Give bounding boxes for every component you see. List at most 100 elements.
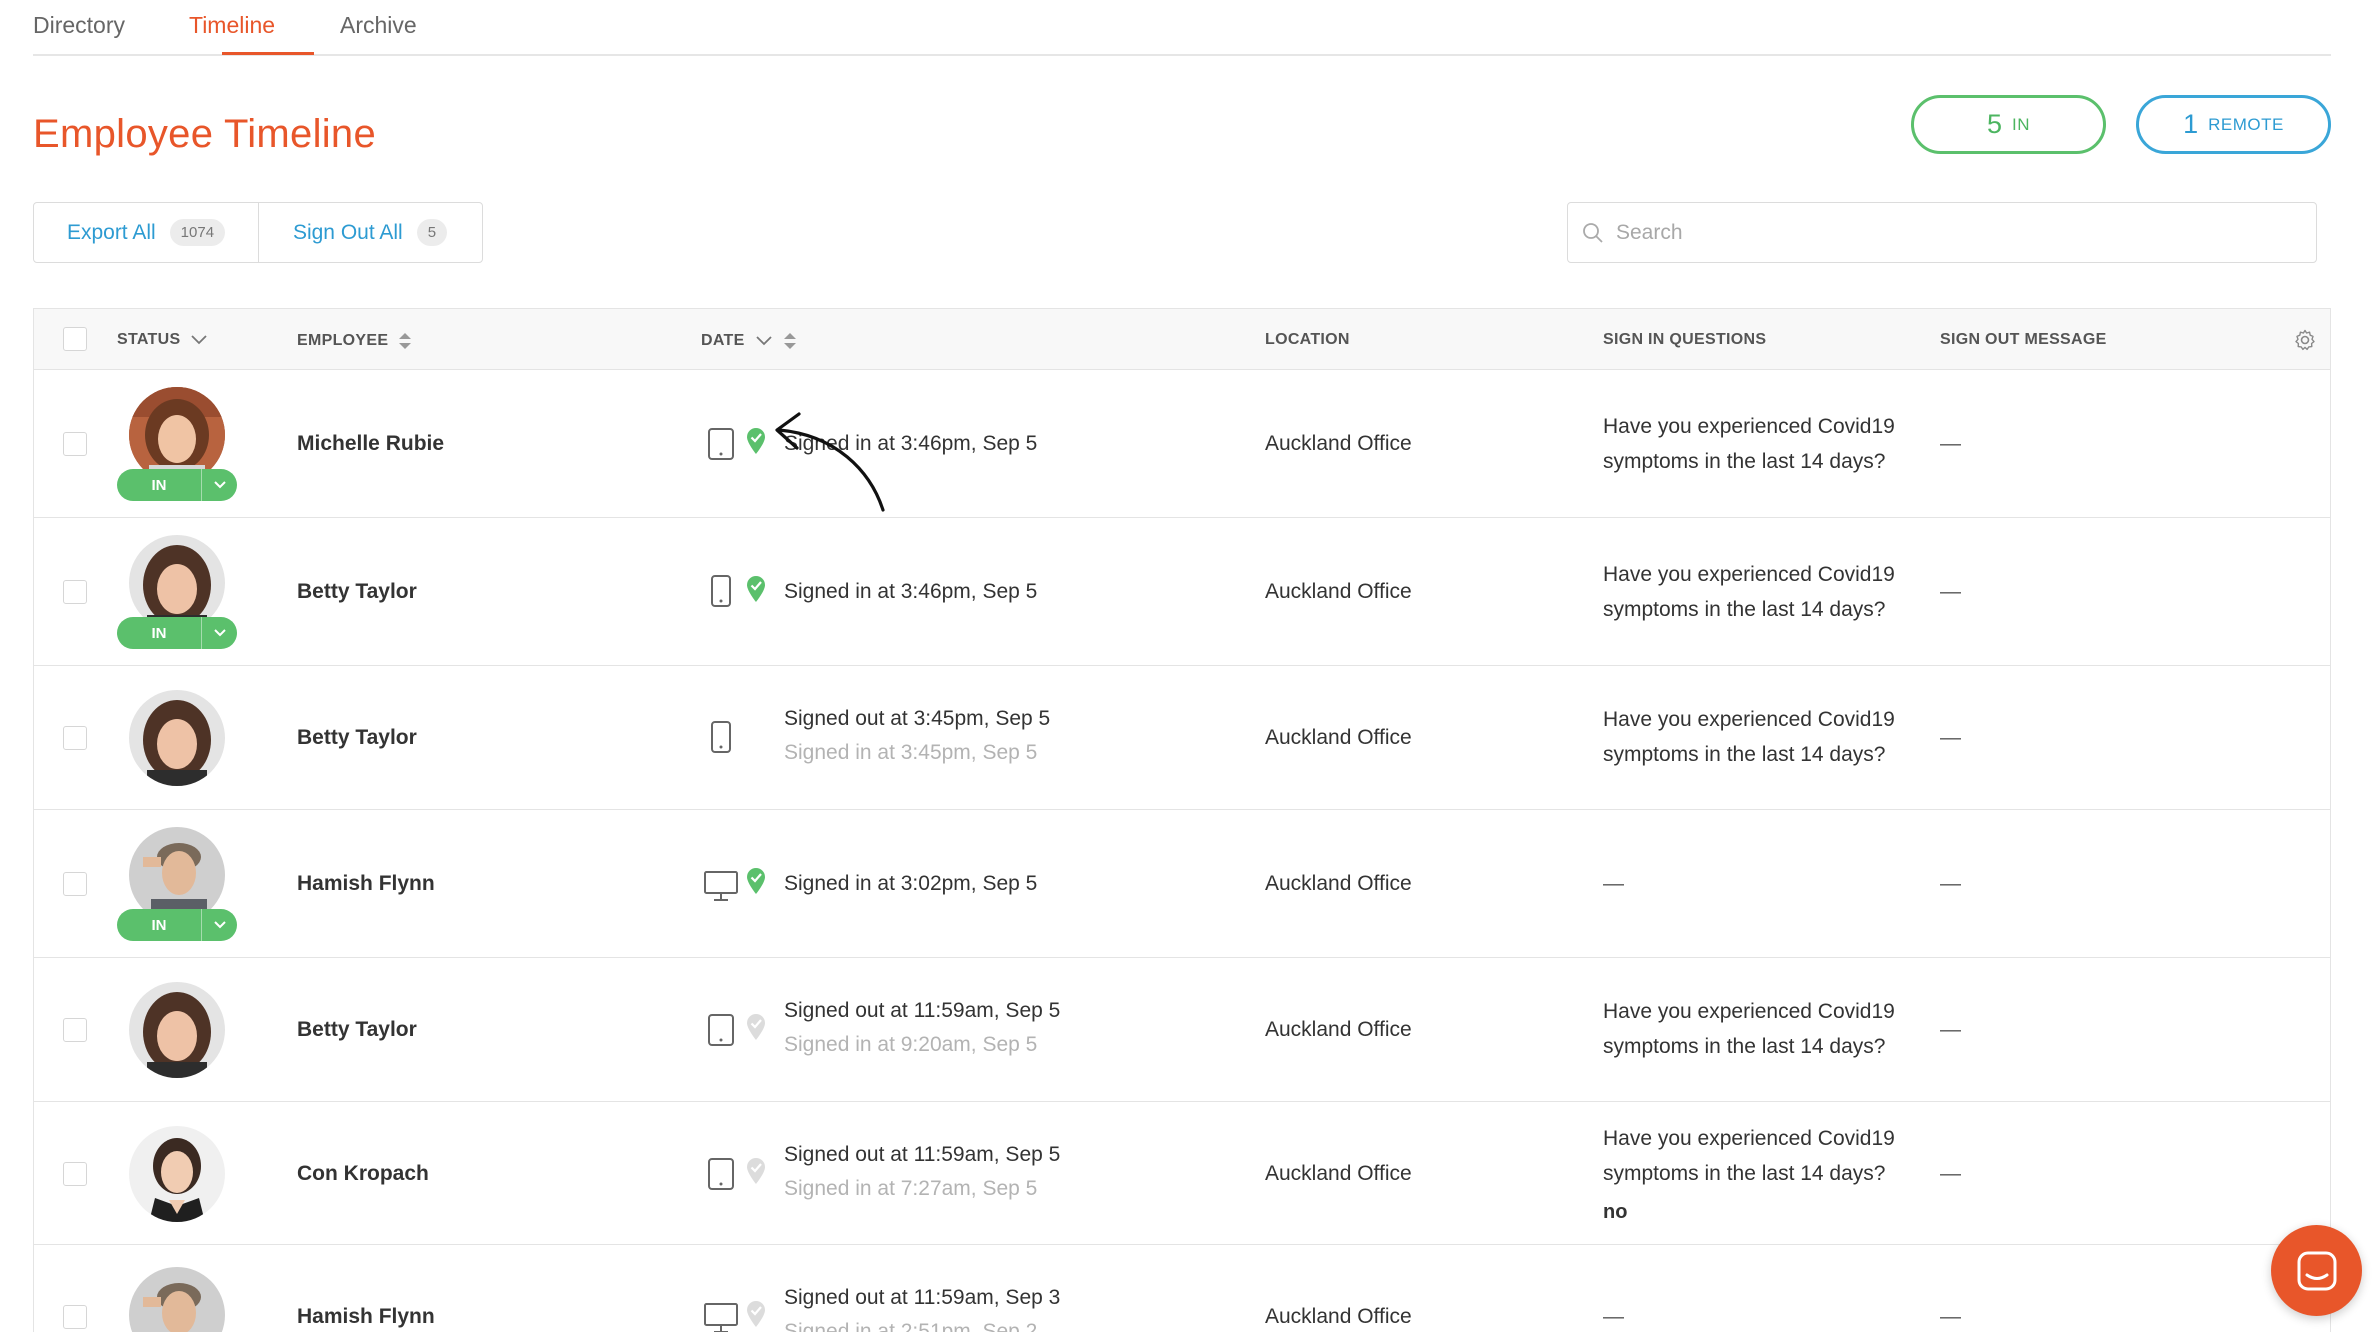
table-row[interactable]: Betty Taylor Signed out at 3:45pm, Sep 5… — [34, 666, 2330, 810]
column-date-label: DATE — [701, 332, 745, 349]
status-in-dropdown[interactable]: IN — [117, 469, 237, 501]
sign-in-answer: no — [1603, 1201, 1628, 1223]
date-subtext: Signed in at 7:27am, Sep 5 — [784, 1177, 1038, 1200]
row-checkbox[interactable] — [63, 1305, 87, 1329]
export-all-label: Export All — [66, 220, 156, 244]
remote-count: 1 — [2183, 109, 2199, 139]
column-status[interactable]: STATUS — [117, 331, 208, 349]
avatar — [129, 982, 225, 1078]
sign-out-message: — — [1940, 1018, 1961, 1041]
sort-icon — [783, 333, 796, 349]
table-row[interactable]: Con Kropach Signed out at 11:59am, Sep 5… — [34, 1102, 2330, 1245]
chevron-down-icon — [755, 336, 772, 346]
phone-icon — [711, 721, 731, 753]
active-tab-indicator — [222, 52, 314, 55]
employee-name[interactable]: Hamish Flynn — [297, 1305, 435, 1329]
remote-label: REMOTE — [2208, 114, 2284, 134]
remote-count-badge[interactable]: 1 REMOTE — [2136, 95, 2331, 154]
date-subtext: Signed in at 2:51pm, Sep 2 — [784, 1320, 1038, 1332]
status-label: IN — [151, 916, 167, 934]
table-row[interactable]: IN Hamish Flynn Signed in at 3:02pm, Sep… — [34, 810, 2330, 958]
column-date[interactable]: DATE — [701, 331, 797, 351]
chat-launcher-button[interactable] — [2271, 1225, 2362, 1316]
timeline-table: STATUS EMPLOYEE DATE LOCATION SIGN IN QU… — [33, 308, 2331, 1332]
sign-out-message: — — [1940, 1162, 1961, 1185]
search-icon — [1583, 222, 1603, 243]
location-pin-icon — [747, 1301, 765, 1327]
table-row[interactable]: Hamish Flynn Signed out at 11:59am, Sep … — [34, 1245, 2330, 1332]
row-checkbox[interactable] — [63, 1018, 87, 1042]
annotation-arrow-icon — [775, 412, 885, 512]
location-text: Auckland Office — [1265, 1305, 1412, 1328]
sign-out-message: — — [1940, 1305, 1961, 1328]
date-subtext: Signed in at 9:20am, Sep 5 — [784, 1033, 1038, 1056]
location-text: Auckland Office — [1265, 1162, 1412, 1185]
sign-out-message: — — [1940, 580, 1961, 603]
location-text: Auckland Office — [1265, 580, 1412, 603]
date-text: Signed out at 11:59am, Sep 3 — [784, 1286, 1061, 1309]
in-count: 5 — [1986, 109, 2003, 139]
tab-archive[interactable]: Archive — [340, 12, 417, 39]
location-pin-icon — [747, 1014, 765, 1040]
export-all-button[interactable]: Export All 1074 — [34, 203, 259, 262]
sign-out-all-button[interactable]: Sign Out All 5 — [259, 203, 481, 262]
sign-in-question: — — [1603, 1305, 1624, 1328]
avatar — [129, 1126, 225, 1222]
employee-name[interactable]: Betty Taylor — [297, 726, 417, 750]
column-employee[interactable]: EMPLOYEE — [297, 331, 412, 351]
in-count-badge[interactable]: 5 IN — [1911, 95, 2106, 154]
sign-in-question: Have you experienced Covid19 symptoms in… — [1603, 1000, 1895, 1058]
tab-timeline[interactable]: Timeline — [189, 12, 275, 39]
table-row[interactable]: IN Betty Taylor Signed in at 3:46pm, Sep… — [34, 518, 2330, 666]
status-label: IN — [151, 624, 167, 642]
date-text: Signed out at 11:59am, Sep 5 — [784, 999, 1061, 1022]
sign-out-all-label: Sign Out All — [292, 220, 403, 244]
row-checkbox[interactable] — [63, 872, 87, 896]
row-checkbox[interactable] — [63, 432, 87, 456]
column-sign-out-message[interactable]: SIGN OUT MESSAGE — [1940, 331, 2107, 349]
location-pin-icon — [747, 868, 765, 894]
date-subtext: Signed in at 3:45pm, Sep 5 — [784, 741, 1038, 764]
status-in-dropdown[interactable]: IN — [117, 909, 237, 941]
tab-directory[interactable]: Directory — [33, 12, 125, 39]
sign-in-question: Have you experienced Covid19 symptoms in… — [1603, 563, 1895, 621]
column-location[interactable]: LOCATION — [1265, 331, 1350, 349]
date-text: Signed in at 3:02pm, Sep 5 — [784, 872, 1038, 895]
employee-name[interactable]: Betty Taylor — [297, 1018, 417, 1042]
employee-name[interactable]: Con Kropach — [297, 1162, 429, 1186]
chat-icon — [2297, 1251, 2336, 1290]
sign-in-question: Have you experienced Covid19 symptoms in… — [1603, 415, 1895, 473]
employee-name[interactable]: Hamish Flynn — [297, 872, 435, 896]
location-text: Auckland Office — [1265, 432, 1412, 455]
row-checkbox[interactable] — [63, 580, 87, 604]
location-pin-icon — [747, 428, 765, 454]
sign-out-message: — — [1940, 432, 1961, 455]
row-checkbox[interactable] — [63, 726, 87, 750]
location-text: Auckland Office — [1265, 1018, 1412, 1041]
column-employee-label: EMPLOYEE — [297, 332, 389, 349]
date-text: Signed in at 3:46pm, Sep 5 — [784, 580, 1038, 603]
chevron-down-icon — [191, 335, 208, 345]
in-label: IN — [2012, 114, 2031, 134]
chevron-down-icon — [213, 921, 226, 929]
page-title: Employee Timeline — [33, 112, 377, 156]
employee-name[interactable]: Betty Taylor — [297, 580, 417, 604]
chevron-down-icon — [213, 481, 226, 489]
table-row[interactable]: Betty Taylor Signed out at 11:59am, Sep … — [34, 958, 2330, 1102]
employee-name[interactable]: Michelle Rubie — [297, 432, 444, 456]
row-checkbox[interactable] — [63, 1162, 87, 1186]
desktop-icon — [704, 1303, 738, 1332]
column-sign-in-questions[interactable]: SIGN IN QUESTIONS — [1603, 331, 1766, 349]
tablet-icon — [708, 428, 734, 460]
tablet-icon — [708, 1158, 734, 1190]
search-input[interactable] — [1616, 220, 2276, 245]
avatar — [129, 690, 225, 786]
select-all-checkbox[interactable] — [63, 327, 87, 351]
status-label: IN — [151, 476, 167, 494]
sort-icon — [399, 333, 412, 349]
chevron-down-icon — [213, 629, 226, 637]
sign-in-question: Have you experienced Covid19 symptoms in… — [1603, 1127, 1895, 1185]
table-row[interactable]: IN Michelle Rubie Signed in at 3:46pm, S… — [34, 370, 2330, 518]
status-in-dropdown[interactable]: IN — [117, 617, 237, 649]
gear-icon[interactable] — [2293, 328, 2317, 352]
